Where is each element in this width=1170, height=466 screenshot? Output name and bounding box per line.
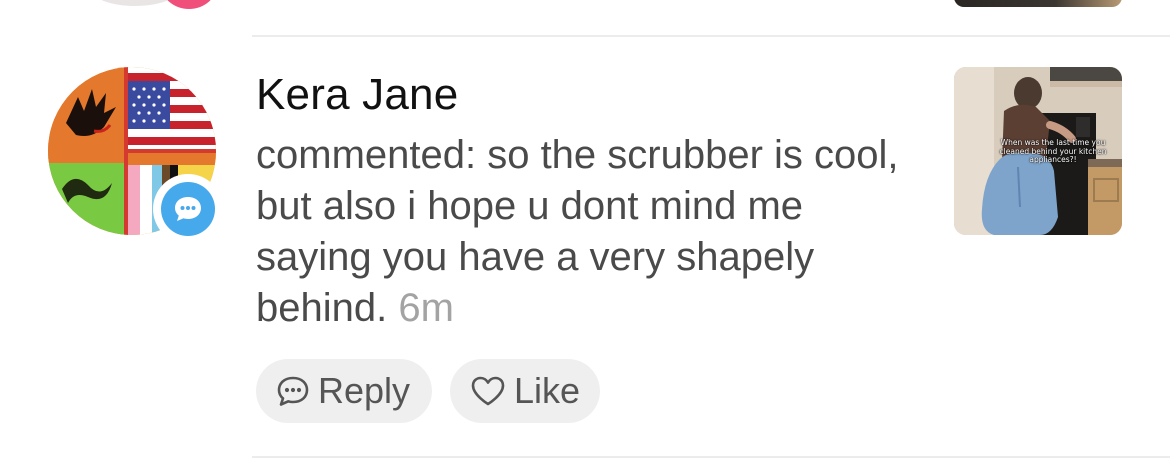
like-label: Like (514, 370, 581, 411)
divider (252, 456, 1170, 458)
comment-icon (276, 375, 310, 407)
thumbnail-caption: When was the last time you cleaned behin… (999, 138, 1107, 165)
reply-button[interactable]: Reply (256, 359, 432, 423)
comment-activity-badge (153, 174, 223, 244)
heart-icon (470, 375, 506, 407)
username[interactable]: Kera Jane (256, 68, 458, 122)
previous-post-thumbnail[interactable] (954, 0, 1122, 7)
comment-text[interactable]: commented: so the scrubber is cool, but … (256, 130, 906, 334)
previous-activity-badge (160, 0, 218, 9)
previous-avatar[interactable] (90, 0, 180, 6)
timestamp: 6m (398, 286, 454, 330)
divider (252, 35, 1170, 37)
post-thumbnail[interactable]: When was the last time you cleaned behin… (954, 67, 1122, 235)
like-button[interactable]: Like (450, 359, 600, 423)
reply-label: Reply (318, 370, 411, 411)
comment-body: commented: so the scrubber is cool, but … (256, 133, 899, 330)
chat-bubble-icon (175, 197, 201, 221)
